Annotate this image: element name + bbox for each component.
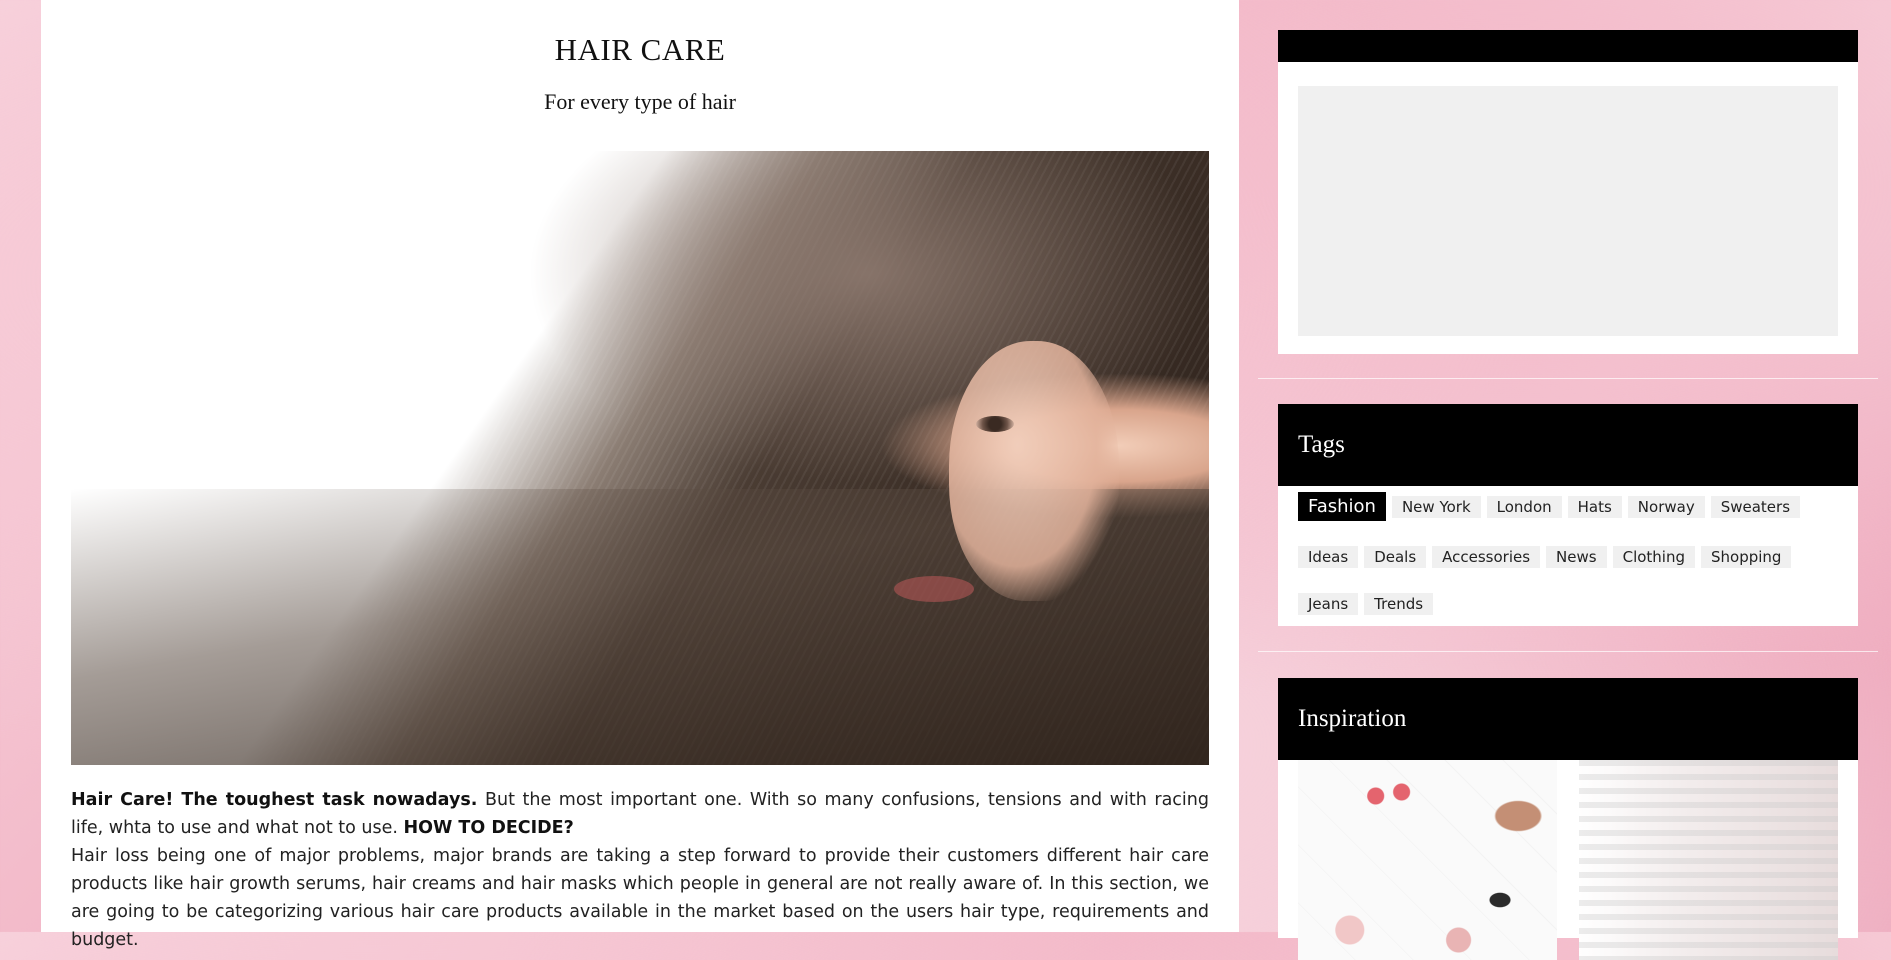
- tag-accessories[interactable]: Accessories: [1432, 546, 1541, 568]
- tag-trends[interactable]: Trends: [1364, 593, 1434, 615]
- page-title: HAIR CARE: [554, 32, 726, 67]
- sidebar-divider: [1258, 378, 1878, 379]
- lips-shape: [894, 576, 974, 602]
- hero-image: [71, 151, 1209, 765]
- tag-clothing[interactable]: Clothing: [1612, 546, 1695, 568]
- page-subtitle: For every type of hair: [544, 89, 736, 114]
- tag-jeans[interactable]: Jeans: [1298, 593, 1359, 615]
- body-paragraph: Hair loss being one of major problems, m…: [71, 846, 1209, 950]
- ad-widget-header: [1278, 30, 1858, 62]
- inspiration-title: Inspiration: [1298, 705, 1407, 732]
- eye-shape: [976, 416, 1014, 432]
- tags-title: Tags: [1298, 431, 1345, 458]
- tag-ideas[interactable]: Ideas: [1298, 546, 1359, 568]
- intro-question: HOW TO DECIDE?: [403, 818, 574, 838]
- tag-london[interactable]: London: [1486, 496, 1562, 518]
- tags-widget-header: Tags: [1278, 404, 1858, 486]
- sidebar-divider: [1258, 651, 1878, 652]
- tag-sweaters[interactable]: Sweaters: [1710, 496, 1801, 518]
- tags-widget: Tags Fashion New York London Hats Norway Swea…: [1278, 404, 1858, 626]
- article-body: Hair Care! The toughest task nowadays. B…: [71, 786, 1209, 954]
- inspiration-widget-header: Inspiration: [1278, 678, 1858, 760]
- tag-hats[interactable]: Hats: [1567, 496, 1622, 518]
- intro-bold: Hair Care! The toughest task nowadays.: [71, 790, 478, 810]
- inspiration-image-fabric[interactable]: [1579, 760, 1838, 960]
- tag-list: Fashion New York London Hats Norway Sweaters I…: [1278, 486, 1858, 648]
- tag-norway[interactable]: Norway: [1627, 496, 1705, 518]
- main-content: HAIR CARE For every type of hair Hair Ca…: [41, 0, 1239, 950]
- ad-widget: [1278, 30, 1858, 354]
- tag-news[interactable]: News: [1546, 546, 1607, 568]
- tag-fashion[interactable]: Fashion: [1298, 492, 1386, 521]
- tag-deals[interactable]: Deals: [1364, 546, 1427, 568]
- inspiration-gallery: [1298, 760, 1838, 960]
- tag-new-york[interactable]: New York: [1391, 496, 1481, 518]
- ad-placeholder[interactable]: [1298, 86, 1838, 336]
- inspiration-widget: Inspiration: [1278, 678, 1858, 960]
- inspiration-image-accessories[interactable]: [1298, 760, 1557, 960]
- tag-shopping[interactable]: Shopping: [1701, 546, 1792, 568]
- face-shape: [949, 341, 1119, 601]
